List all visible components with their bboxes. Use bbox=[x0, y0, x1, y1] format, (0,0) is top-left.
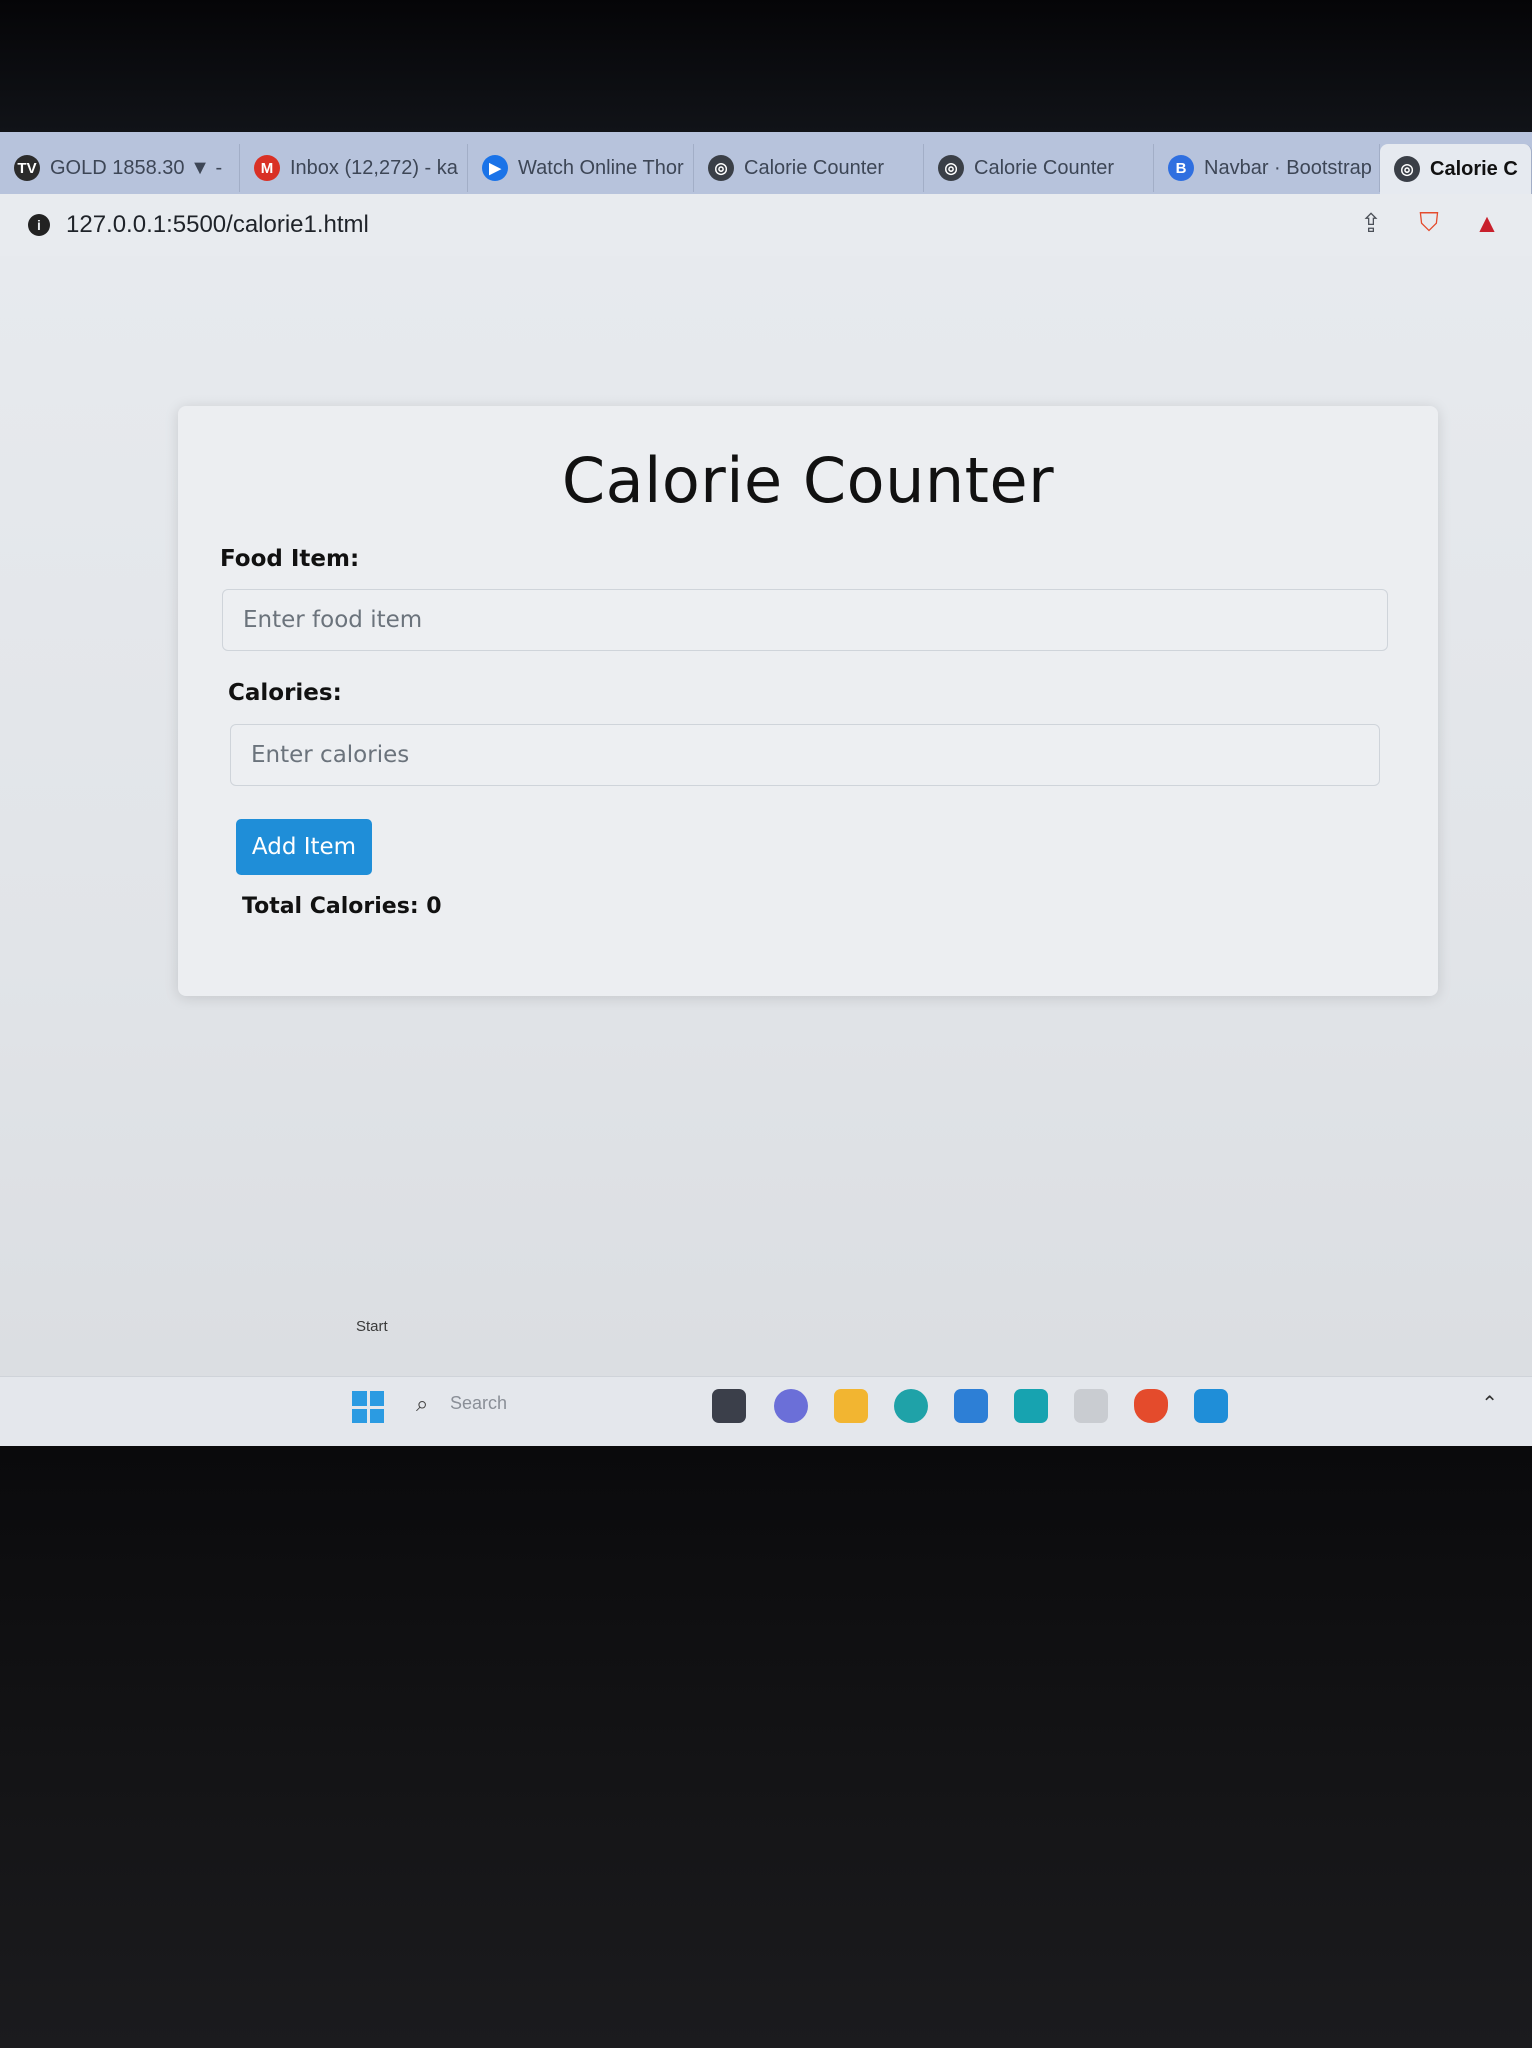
search-icon[interactable]: ⌕ bbox=[416, 1391, 428, 1417]
taskbar-search[interactable]: Search bbox=[450, 1393, 507, 1414]
task-view-icon[interactable] bbox=[712, 1389, 746, 1423]
app-l-icon[interactable] bbox=[1014, 1389, 1048, 1423]
total-calories: Total Calories: 0 bbox=[242, 894, 442, 919]
laptop-screen: TV GOLD 1858.30 ▼ - M Inbox (12,272) - ka ▶ W… bbox=[0, 132, 1532, 1446]
tab-label: Calorie Counter bbox=[744, 156, 885, 179]
page-title: Calorie Counter bbox=[561, 444, 1055, 517]
food-item-input[interactable]: Enter food item bbox=[222, 589, 1388, 651]
windows-start-icon[interactable] bbox=[352, 1391, 384, 1423]
tab-strip: TV GOLD 1858.30 ▼ - M Inbox (12,272) - ka ▶ W… bbox=[0, 132, 1532, 194]
tab-label: Inbox (12,272) - ka bbox=[290, 156, 458, 179]
browser-tab[interactable]: ▶ Watch Online Thor bbox=[468, 144, 694, 192]
chevron-up-icon[interactable]: ⌃ bbox=[1481, 1391, 1498, 1416]
browser-tab[interactable]: M Inbox (12,272) - ka bbox=[240, 144, 468, 192]
vscode-icon[interactable] bbox=[1194, 1389, 1228, 1423]
browser-tab[interactable]: ◎ Calorie Counter bbox=[694, 144, 924, 192]
tab-label: Calorie C bbox=[1430, 157, 1518, 180]
globe-icon: ◎ bbox=[1394, 156, 1420, 182]
site-info-icon[interactable]: i bbox=[28, 214, 50, 236]
page-viewport: Calorie Counter Food Item: Enter food it… bbox=[0, 256, 1532, 1426]
tab-label: Navbar · Bootstrap bbox=[1204, 156, 1372, 179]
play-icon: ▶ bbox=[482, 155, 508, 181]
address-bar-actions: ⇪ ⛉ ▲ bbox=[1356, 207, 1502, 238]
store-icon[interactable] bbox=[954, 1389, 988, 1423]
brave-browser-icon[interactable] bbox=[1134, 1389, 1168, 1423]
teams-chat-icon[interactable] bbox=[774, 1389, 808, 1423]
brave-rewards-icon[interactable]: ▲ bbox=[1472, 208, 1502, 238]
gmail-icon: M bbox=[254, 155, 280, 181]
bootstrap-icon: B bbox=[1168, 155, 1194, 181]
browser-tab[interactable]: B Navbar · Bootstrap bbox=[1154, 144, 1380, 192]
tab-label: Watch Online Thor bbox=[518, 156, 684, 179]
browser-tab[interactable]: TV GOLD 1858.30 ▼ - bbox=[0, 144, 240, 192]
share-icon[interactable]: ⇪ bbox=[1356, 208, 1386, 238]
start-tooltip: Start bbox=[356, 1318, 388, 1335]
add-item-button[interactable]: Add Item bbox=[236, 819, 372, 875]
browser-tab[interactable]: ◎ Calorie Counter bbox=[924, 144, 1154, 192]
url-text[interactable]: 127.0.0.1:5500/calorie1.html bbox=[66, 211, 369, 239]
globe-icon: ◎ bbox=[708, 155, 734, 181]
calorie-card: Calorie Counter Food Item: Enter food it… bbox=[178, 406, 1438, 996]
tv-icon: TV bbox=[14, 155, 40, 181]
taskbar: ⌕ Search ⌃ bbox=[0, 1376, 1532, 1446]
browser-tab[interactable]: ◎ Calorie C bbox=[1380, 144, 1532, 194]
brave-shields-icon[interactable]: ⛉ bbox=[1414, 207, 1444, 238]
edge-icon[interactable] bbox=[894, 1389, 928, 1423]
food-item-label: Food Item: bbox=[220, 546, 360, 572]
tab-label: Calorie Counter bbox=[974, 156, 1115, 179]
snipping-tool-icon[interactable] bbox=[1074, 1389, 1108, 1423]
laptop-keyboard-area bbox=[0, 1446, 1532, 2048]
calories-label: Calories: bbox=[228, 680, 342, 706]
tab-label: GOLD 1858.30 ▼ - bbox=[50, 156, 223, 179]
file-explorer-icon[interactable] bbox=[834, 1389, 868, 1423]
globe-icon: ◎ bbox=[938, 155, 964, 181]
address-bar[interactable]: i 127.0.0.1:5500/calorie1.html ⇪ ⛉ ▲ bbox=[0, 194, 1532, 257]
screen-bezel-top bbox=[0, 0, 1532, 132]
calories-input[interactable]: Enter calories bbox=[230, 724, 1380, 786]
